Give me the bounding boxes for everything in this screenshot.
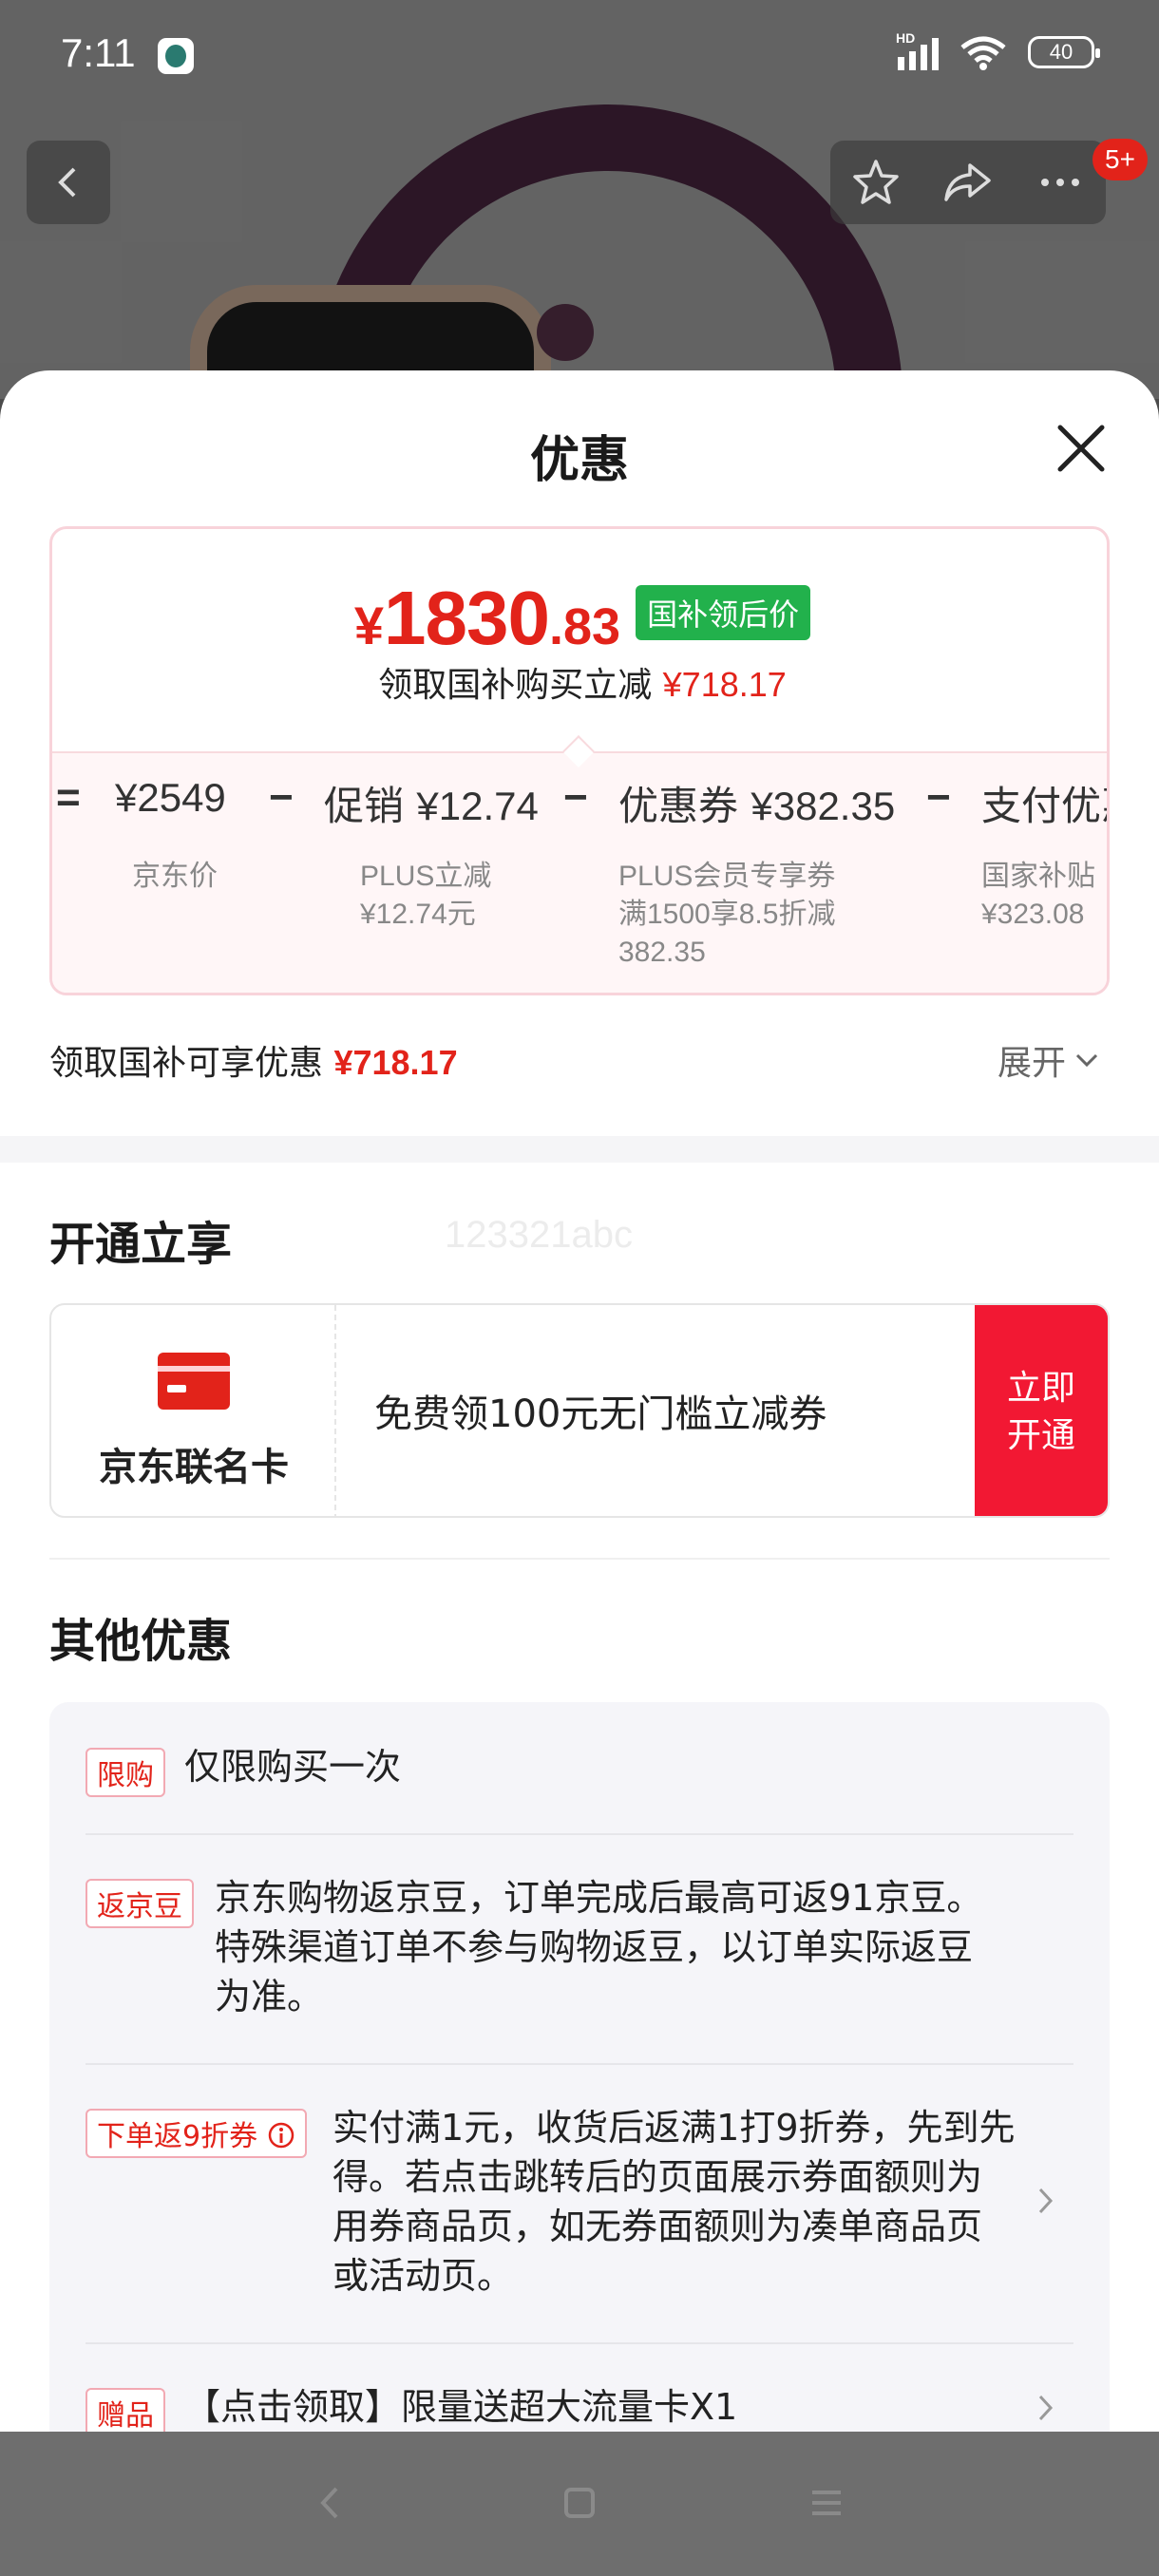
offer-tag: 下单返9折券 [86,2109,307,2158]
divider [86,2063,1074,2065]
offer-tag: 返京豆 [86,1879,194,1928]
open-section-title: 开通立享 [49,1218,233,1271]
sheet-title: 优惠 [529,432,629,489]
card-offer-text: 免费领100元无门槛立减券 [374,1392,827,1436]
promo-detail: PLUS立减 ¥12.74元 [360,861,492,930]
gov-subsidy-line: 领取国补可享优惠 ¥718.17 [49,1035,458,1085]
back-button[interactable] [27,141,110,224]
offer-text: 【点击领取】限量送超大流量卡X1 [184,2386,738,2428]
chevron-left-icon [58,167,76,198]
card-name: 京东联名卡 [99,1446,289,1489]
save-line: 领取国补购买立减 ¥718.17 [52,657,1107,707]
more-icon[interactable] [1036,158,1085,207]
price-integer: 1830 [384,576,550,660]
battery-indicator: 40 [1028,36,1100,68]
minus-sign: − [269,774,294,821]
info-icon[interactable] [267,2121,295,2150]
price-breakdown-card: ¥ 1830 .83 国补领后价 领取国补购买立减 ¥718.17 = ¥254… [49,526,1110,995]
other-offers-list: 限购 仅限购买一次 返京豆 京东购物返京豆，订单完成后最高可返91京豆。 特殊渠… [49,1702,1110,2434]
chevron-down-icon [1075,1053,1098,1068]
cart-count-badge: 5+ [1092,139,1148,180]
offer-tag: 赠品 [86,2388,165,2434]
nav-menu-icon[interactable] [803,2479,850,2527]
coupon-amount: 优惠券 ¥382.35 [618,783,896,829]
co-branded-card-offer[interactable]: 京东联名卡 免费领100元无门槛立减券 立即 开通 [49,1303,1110,1518]
price-decimal: .83 [549,598,621,655]
star-icon[interactable] [851,158,901,207]
payment-discount-detail: 国家补贴 ¥323.08 [981,860,1095,930]
price-currency: ¥ [353,596,385,655]
cellular-signal-icon: HD [896,30,939,70]
status-time: 7:11 [61,30,136,75]
expand-button[interactable]: 展开 [998,1035,1100,1085]
gov-subsidy-label: 领取国补可享优惠 [49,1044,324,1083]
open-now-button[interactable]: 立即 开通 [975,1305,1108,1516]
offer-text: 仅限购买一次 [184,1746,402,1788]
share-icon[interactable] [941,158,995,207]
credit-card-icon [158,1353,230,1410]
card-brand-area: 京东联名卡 [51,1305,336,1516]
breakdown-formula: = ¥2549 − 促销 ¥12.74 − 优惠券 ¥382.35 − 支付优惠 [52,774,1107,829]
discount-sheet: 优惠 ¥ 1830 .83 国补领后价 领取国补购买立减 ¥718.17 = ¥… [0,370,1159,2434]
list-item[interactable]: 下单返9折券 实付满1元，收货后返满1打9折券，先到先 得。若点击跳转后的页面展… [86,2107,1074,2310]
promo-amount: 促销 ¥12.74 [324,783,539,829]
divider [49,1558,1110,1560]
other-section-title: 其他优惠 [49,1615,233,1668]
divider [86,1833,1074,1835]
top-action-group [830,141,1106,224]
expand-label: 展开 [998,1044,1067,1083]
equals-sign: = [56,774,81,821]
close-icon[interactable] [1053,420,1110,477]
jd-price-label: 京东价 [132,860,218,893]
gov-subsidy-amount: ¥718.17 [333,1043,458,1082]
hd-label: HD [896,30,916,46]
divider [86,2342,1074,2344]
minus-sign: − [563,774,588,821]
list-item: 限购 仅限购买一次 [86,1746,1074,1805]
save-amount: ¥718.17 [662,665,787,704]
status-bar: 7:11 HD 40 [0,0,1159,104]
save-label: 领取国补购买立减 [378,666,653,705]
offer-text: 实付满1元，收货后返满1打9折券，先到先 得。若点击跳转后的页面展示券面额则为 … [332,2107,1016,2297]
list-item: 返京豆 京东购物返京豆，订单完成后最高可返91京豆。 特殊渠道订单不参与购物返豆… [86,1877,1074,2031]
subsidy-price-tag: 国补领后价 [636,585,811,640]
nav-home-icon[interactable] [556,2479,603,2527]
watermark-text: 123321abc [445,1214,633,1256]
system-navigation-bar [0,2432,1159,2576]
section-divider [0,1136,1159,1163]
coupon-detail: PLUS会员专享券 满1500享8.5折减 382.35 [618,861,836,968]
minus-sign: − [926,774,951,821]
notification-app-icon [158,38,194,74]
chevron-right-icon [1038,2395,1054,2421]
chevron-right-icon [1038,2188,1054,2214]
nav-back-icon[interactable] [306,2479,353,2527]
jd-price-amount: ¥2549 [115,775,226,820]
final-price: ¥ 1830 .83 国补领后价 [52,575,1107,662]
offer-text: 京东购物返京豆，订单完成后最高可返91京豆。 特殊渠道订单不参与购物返豆，以订单… [215,1877,983,2017]
payment-discount-label: 支付优惠 [981,783,1107,829]
offer-tag: 限购 [86,1748,165,1797]
list-item[interactable]: 赠品 【点击领取】限量送超大流量卡X1 [86,2386,1074,2434]
wifi-icon [960,36,1006,70]
